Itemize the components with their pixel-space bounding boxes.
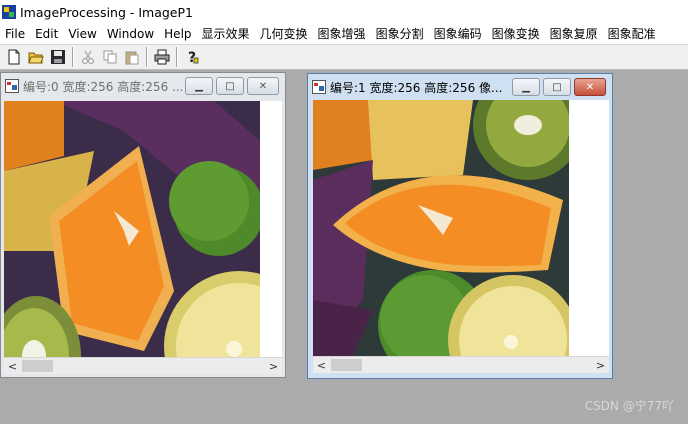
menu-geometric-transform[interactable]: 几何变换 — [255, 24, 313, 44]
menu-window[interactable]: Window — [102, 24, 159, 44]
scroll-thumb[interactable] — [331, 359, 362, 371]
watermark: CSDN @宁77吖 — [584, 399, 674, 413]
maximize-button[interactable]: □ — [543, 78, 571, 96]
menu-image-segmentation[interactable]: 图象分割 — [371, 24, 429, 44]
fruit-image-0 — [4, 101, 260, 357]
app-icon — [2, 5, 16, 19]
menu-image-encoding[interactable]: 图象编码 — [429, 24, 487, 44]
menu-view[interactable]: View — [63, 24, 101, 44]
caption-buttons: ▁ □ ✕ — [509, 78, 606, 96]
scroll-right-button[interactable]: > — [265, 358, 282, 374]
open-folder-icon[interactable] — [25, 46, 47, 68]
toolbar-separator — [176, 47, 178, 67]
menu-image-registration[interactable]: 图象配准 — [603, 24, 661, 44]
scroll-thumb[interactable] — [22, 360, 53, 372]
copy-icon[interactable] — [99, 46, 121, 68]
minimize-button[interactable]: ▁ — [512, 78, 540, 96]
image-window-1[interactable]: 编号:1 宽度:256 高度:256 像... ▁ □ ✕ < > — [307, 73, 613, 379]
print-icon[interactable] — [151, 46, 173, 68]
cut-scissors-icon[interactable] — [77, 46, 99, 68]
toolbar-separator — [146, 47, 148, 67]
close-button[interactable]: ✕ — [574, 78, 606, 96]
horizontal-scrollbar[interactable]: < > — [4, 357, 282, 374]
save-disk-icon[interactable] — [47, 46, 69, 68]
menu-image-transform[interactable]: 图像变换 — [487, 24, 545, 44]
mdi-workspace: 编号:0 宽度:256 高度:256 ... ▁ □ ✕ < > 编号:1 宽度… — [0, 70, 688, 424]
horizontal-scrollbar[interactable]: < > — [313, 356, 609, 373]
scroll-left-button[interactable]: < — [4, 358, 21, 374]
image-window-1-client: < > — [313, 100, 609, 373]
minimize-button[interactable]: ▁ — [185, 77, 213, 95]
image-window-1-title: 编号:1 宽度:256 高度:256 像... — [330, 80, 503, 95]
toolbar: ? — [0, 44, 688, 70]
menu-image-restoration[interactable]: 图象复原 — [545, 24, 603, 44]
menu-file[interactable]: File — [0, 24, 30, 44]
menu-display-effects[interactable]: 显示效果 — [197, 24, 255, 44]
image-doc-icon — [5, 79, 19, 93]
maximize-button[interactable]: □ — [216, 77, 244, 95]
menu-help[interactable]: Help — [159, 24, 196, 44]
fruit-image-1 — [313, 100, 569, 356]
toolbar-separator — [72, 47, 74, 67]
scroll-left-button[interactable]: < — [313, 357, 330, 373]
app-titlebar: ImageProcessing - ImageP1 — [0, 0, 688, 24]
image-window-0-title: 编号:0 宽度:256 高度:256 ... — [23, 79, 184, 94]
app-title: ImageProcessing - ImageP1 — [20, 4, 193, 20]
image-window-1-titlebar[interactable]: 编号:1 宽度:256 高度:256 像... ▁ □ ✕ — [308, 74, 612, 100]
menu-image-enhancement[interactable]: 图象增强 — [313, 24, 371, 44]
close-button[interactable]: ✕ — [247, 77, 279, 95]
help-question-icon[interactable]: ? — [181, 46, 203, 68]
image-window-0[interactable]: 编号:0 宽度:256 高度:256 ... ▁ □ ✕ < > — [0, 72, 286, 378]
image-window-0-client: < > — [4, 101, 282, 374]
caption-buttons: ▁ □ ✕ — [182, 77, 279, 95]
new-file-icon[interactable] — [3, 46, 25, 68]
scroll-right-button[interactable]: > — [592, 357, 609, 373]
image-doc-icon — [312, 80, 326, 94]
menu-edit[interactable]: Edit — [30, 24, 63, 44]
menubar: File Edit View Window Help 显示效果 几何变换 图象增… — [0, 24, 688, 44]
paste-icon[interactable] — [121, 46, 143, 68]
image-window-0-titlebar[interactable]: 编号:0 宽度:256 高度:256 ... ▁ □ ✕ — [1, 73, 285, 99]
